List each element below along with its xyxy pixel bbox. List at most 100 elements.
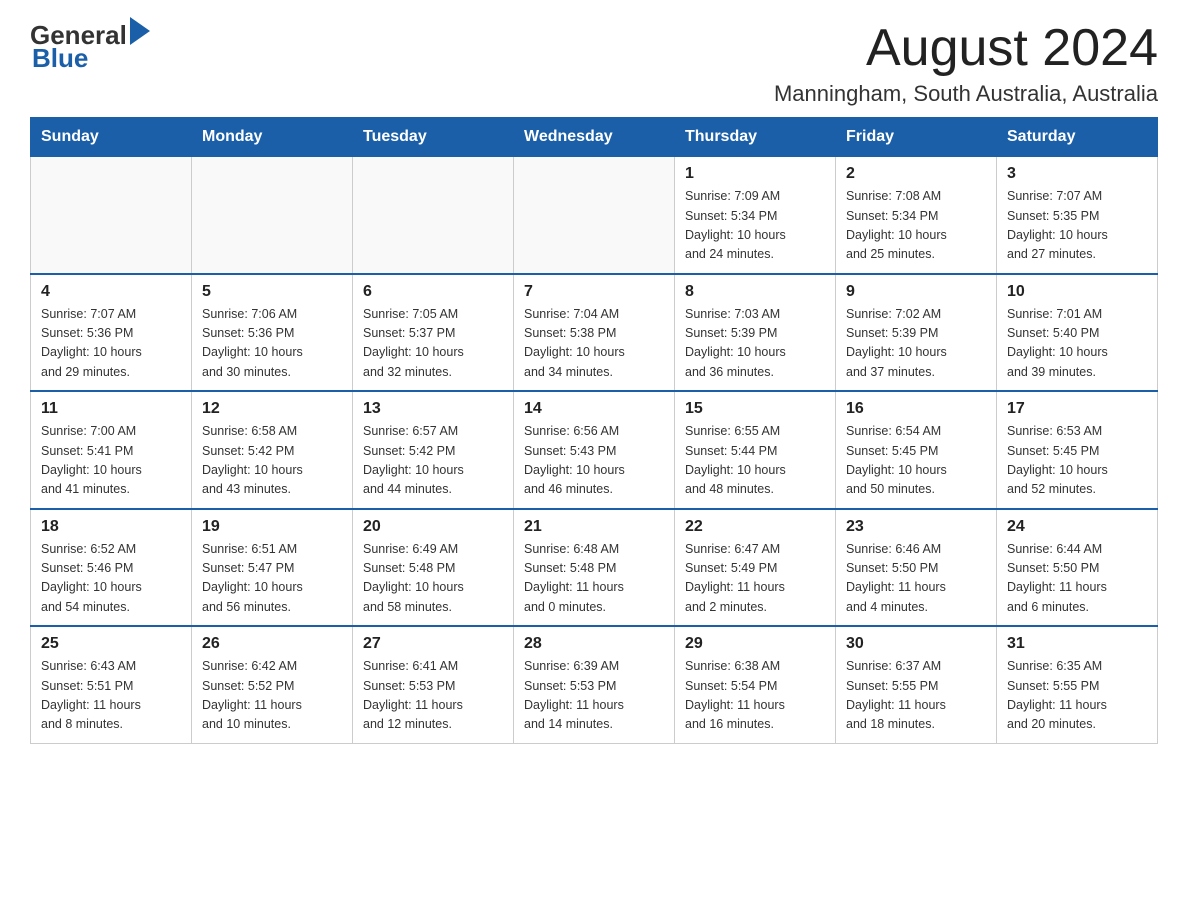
day-info: Sunrise: 6:38 AMSunset: 5:54 PMDaylight:… <box>685 657 825 735</box>
calendar-cell-9: 9Sunrise: 7:02 AMSunset: 5:39 PMDaylight… <box>836 274 997 392</box>
day-number: 12 <box>202 400 342 418</box>
day-number: 2 <box>846 165 986 183</box>
page-header: General Blue August 2024 Manningham, Sou… <box>30 20 1158 107</box>
calendar-cell-28: 28 Sunrise: 6:39 AMSunset: 5:53 PMDayligh… <box>514 626 675 743</box>
day-info: Sunrise: 7:09 AMSunset: 5:34 PMDaylight:… <box>685 187 825 265</box>
calendar-cell-1: 1 Sunrise: 7:09 AMSunset: 5:34 PMDaylight… <box>675 157 836 274</box>
calendar-cell-23: 23 Sunrise: 6:46 AMSunset: 5:50 PMDayligh… <box>836 509 997 627</box>
day-info: Sunrise: 6:52 AMSunset: 5:46 PMDaylight:… <box>41 540 181 618</box>
day-info: Sunrise: 6:56 AMSunset: 5:43 PMDaylight:… <box>524 422 664 500</box>
day-number: 24 <box>1007 518 1147 536</box>
day-info: Sunrise: 6:58 AMSunset: 5:42 PMDaylight:… <box>202 422 342 500</box>
day-number: 18 <box>41 518 181 536</box>
calendar-cell-22: 22 Sunrise: 6:47 AMSunset: 5:49 PMDayligh… <box>675 509 836 627</box>
day-number: 1 <box>685 165 825 183</box>
calendar-week-3: 11 Sunrise: 7:00 AMSunset: 5:41 PMDayligh… <box>31 391 1158 509</box>
day-number: 14 <box>524 400 664 418</box>
day-number: 30 <box>846 635 986 653</box>
day-info: Sunrise: 6:46 AMSunset: 5:50 PMDaylight:… <box>846 540 986 618</box>
calendar-table: SundayMondayTuesdayWednesdayThursdayFrid… <box>30 117 1158 744</box>
day-number: 22 <box>685 518 825 536</box>
day-info: Sunrise: 6:49 AMSunset: 5:48 PMDaylight:… <box>363 540 503 618</box>
day-number: 21 <box>524 518 664 536</box>
calendar-cell-30: 30 Sunrise: 6:37 AMSunset: 5:55 PMDayligh… <box>836 626 997 743</box>
day-info: Sunrise: 6:43 AMSunset: 5:51 PMDaylight:… <box>41 657 181 735</box>
calendar-cell-27: 27 Sunrise: 6:41 AMSunset: 5:53 PMDayligh… <box>353 626 514 743</box>
day-info: Sunrise: 7:00 AMSunset: 5:41 PMDaylight:… <box>41 422 181 500</box>
day-number: 16 <box>846 400 986 418</box>
calendar-cell-10: 10 Sunrise: 7:01 AMSunset: 5:40 PMDayligh… <box>997 274 1158 392</box>
day-info: Sunrise: 7:07 AMSunset: 5:36 PMDaylight:… <box>41 305 181 383</box>
calendar-cell-4: 4 Sunrise: 7:07 AMSunset: 5:36 PMDaylight… <box>31 274 192 392</box>
calendar-cell-31: 31 Sunrise: 6:35 AMSunset: 5:55 PMDayligh… <box>997 626 1158 743</box>
day-info: Sunrise: 6:41 AMSunset: 5:53 PMDaylight:… <box>363 657 503 735</box>
day-info: Sunrise: 6:44 AMSunset: 5:50 PMDaylight:… <box>1007 540 1147 618</box>
day-number: 20 <box>363 518 503 536</box>
day-info: Sunrise: 6:42 AMSunset: 5:52 PMDaylight:… <box>202 657 342 735</box>
day-info: Sunrise: 7:06 AMSunset: 5:36 PMDaylight:… <box>202 305 342 383</box>
day-info: Sunrise: 6:39 AMSunset: 5:53 PMDaylight:… <box>524 657 664 735</box>
day-info: Sunrise: 7:01 AMSunset: 5:40 PMDaylight:… <box>1007 305 1147 383</box>
calendar-cell-18: 18 Sunrise: 6:52 AMSunset: 5:46 PMDayligh… <box>31 509 192 627</box>
calendar-cell-16: 16 Sunrise: 6:54 AMSunset: 5:45 PMDayligh… <box>836 391 997 509</box>
calendar-cell-empty <box>514 157 675 274</box>
day-number: 25 <box>41 635 181 653</box>
day-number: 26 <box>202 635 342 653</box>
calendar-cell-2: 2 Sunrise: 7:08 AMSunset: 5:34 PMDaylight… <box>836 157 997 274</box>
calendar-cell-5: 5 Sunrise: 7:06 AMSunset: 5:36 PMDaylight… <box>192 274 353 392</box>
calendar-week-1: 1 Sunrise: 7:09 AMSunset: 5:34 PMDaylight… <box>31 157 1158 274</box>
calendar-cell-empty <box>31 157 192 274</box>
header-friday: Friday <box>836 118 997 157</box>
day-number: 15 <box>685 400 825 418</box>
day-info: Sunrise: 6:54 AMSunset: 5:45 PMDaylight:… <box>846 422 986 500</box>
day-number: 3 <box>1007 165 1147 183</box>
day-info: Sunrise: 6:55 AMSunset: 5:44 PMDaylight:… <box>685 422 825 500</box>
title-area: August 2024 Manningham, South Australia,… <box>774 20 1158 107</box>
header-sunday: Sunday <box>31 118 192 157</box>
day-number: 28 <box>524 635 664 653</box>
month-title: August 2024 <box>774 20 1158 77</box>
calendar-cell-6: 6Sunrise: 7:05 AMSunset: 5:37 PMDaylight… <box>353 274 514 392</box>
calendar-cell-14: 14 Sunrise: 6:56 AMSunset: 5:43 PMDayligh… <box>514 391 675 509</box>
day-number: 11 <box>41 400 181 418</box>
calendar-cell-26: 26 Sunrise: 6:42 AMSunset: 5:52 PMDayligh… <box>192 626 353 743</box>
day-info: Sunrise: 7:04 AMSunset: 5:38 PMDaylight:… <box>524 305 664 383</box>
day-info: Sunrise: 6:47 AMSunset: 5:49 PMDaylight:… <box>685 540 825 618</box>
calendar-week-5: 25 Sunrise: 6:43 AMSunset: 5:51 PMDayligh… <box>31 626 1158 743</box>
day-info: Sunrise: 6:53 AMSunset: 5:45 PMDaylight:… <box>1007 422 1147 500</box>
header-monday: Monday <box>192 118 353 157</box>
day-number: 23 <box>846 518 986 536</box>
location-subtitle: Manningham, South Australia, Australia <box>774 81 1158 107</box>
calendar-cell-15: 15 Sunrise: 6:55 AMSunset: 5:44 PMDayligh… <box>675 391 836 509</box>
day-number: 4 <box>41 283 181 301</box>
calendar-week-4: 18 Sunrise: 6:52 AMSunset: 5:46 PMDayligh… <box>31 509 1158 627</box>
day-info: Sunrise: 7:03 AMSunset: 5:39 PMDaylight:… <box>685 305 825 383</box>
day-info: Sunrise: 7:08 AMSunset: 5:34 PMDaylight:… <box>846 187 986 265</box>
calendar-cell-empty <box>192 157 353 274</box>
day-number: 7 <box>524 283 664 301</box>
calendar-cell-29: 29Sunrise: 6:38 AMSunset: 5:54 PMDayligh… <box>675 626 836 743</box>
calendar-cell-20: 20 Sunrise: 6:49 AMSunset: 5:48 PMDayligh… <box>353 509 514 627</box>
logo-triangle-icon <box>130 17 150 45</box>
day-number: 31 <box>1007 635 1147 653</box>
header-thursday: Thursday <box>675 118 836 157</box>
logo: General Blue <box>30 20 150 74</box>
day-info: Sunrise: 6:57 AMSunset: 5:42 PMDaylight:… <box>363 422 503 500</box>
calendar-cell-3: 3 Sunrise: 7:07 AMSunset: 5:35 PMDaylight… <box>997 157 1158 274</box>
day-number: 19 <box>202 518 342 536</box>
day-number: 10 <box>1007 283 1147 301</box>
day-number: 13 <box>363 400 503 418</box>
day-number: 6 <box>363 283 503 301</box>
calendar-cell-17: 17 Sunrise: 6:53 AMSunset: 5:45 PMDayligh… <box>997 391 1158 509</box>
calendar-cell-empty <box>353 157 514 274</box>
header-tuesday: Tuesday <box>353 118 514 157</box>
day-number: 17 <box>1007 400 1147 418</box>
header-saturday: Saturday <box>997 118 1158 157</box>
day-info: Sunrise: 6:37 AMSunset: 5:55 PMDaylight:… <box>846 657 986 735</box>
calendar-cell-8: 8Sunrise: 7:03 AMSunset: 5:39 PMDaylight… <box>675 274 836 392</box>
day-info: Sunrise: 6:35 AMSunset: 5:55 PMDaylight:… <box>1007 657 1147 735</box>
day-number: 5 <box>202 283 342 301</box>
logo-blue: Blue <box>32 43 88 74</box>
day-number: 27 <box>363 635 503 653</box>
day-info: Sunrise: 7:07 AMSunset: 5:35 PMDaylight:… <box>1007 187 1147 265</box>
